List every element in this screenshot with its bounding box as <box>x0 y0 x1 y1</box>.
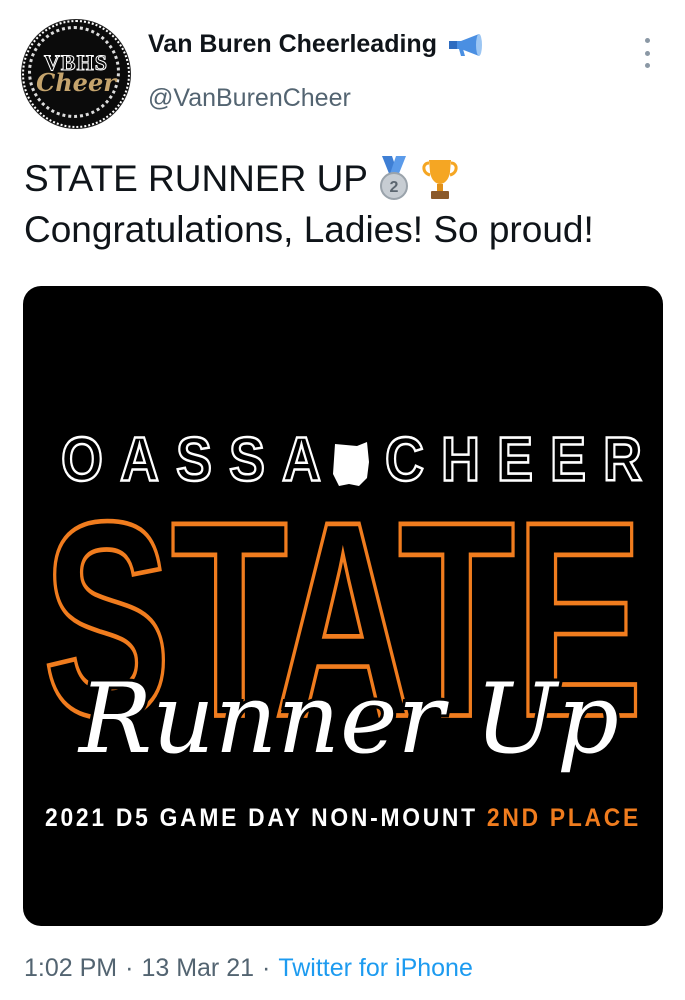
meta-separator: · <box>125 954 134 982</box>
megaphone-icon <box>448 33 482 56</box>
second-place-medal-icon: 2 <box>379 156 408 200</box>
author-row: Van Buren Cheerleading <box>148 30 485 59</box>
tweet-text-line1-label: STATE RUNNER UP <box>24 158 368 199</box>
trophy-icon <box>422 160 458 199</box>
author-handle[interactable]: @VanBurenCheer <box>148 84 351 113</box>
tweet-text-line2: Congratulations, Ladies! So proud! <box>24 209 594 250</box>
author-name[interactable]: Van Buren Cheerleading <box>148 30 437 59</box>
svg-text:2: 2 <box>390 179 399 196</box>
tweet-time[interactable]: 1:02 PM <box>24 954 117 983</box>
media-graphic: OASSA CHEER STATE Runner Up 2021 D5 GAME… <box>41 424 645 832</box>
media-footer-text: 2021 D5 GAME DAY NON-MOUNT 2ND PLACE <box>45 804 641 832</box>
tweet-date[interactable]: 13 Mar 21 <box>141 954 254 983</box>
more-options-icon[interactable] <box>638 38 656 68</box>
meta-separator: · <box>262 954 271 982</box>
avatar[interactable]: VBHS Cheer <box>22 20 130 128</box>
tweet-text-line1: STATE RUNNER UP 2 <box>24 156 460 202</box>
runner-up-script-text: Runner Up <box>77 663 619 775</box>
avatar-script-text: Cheer <box>36 68 116 97</box>
tweet-media-image[interactable]: OASSA CHEER STATE Runner Up 2021 D5 GAME… <box>23 286 663 926</box>
tweet-meta: 1:02 PM · 13 Mar 21 · Twitter for iPhone <box>24 954 473 983</box>
tweet-source-link[interactable]: Twitter for iPhone <box>278 954 473 983</box>
